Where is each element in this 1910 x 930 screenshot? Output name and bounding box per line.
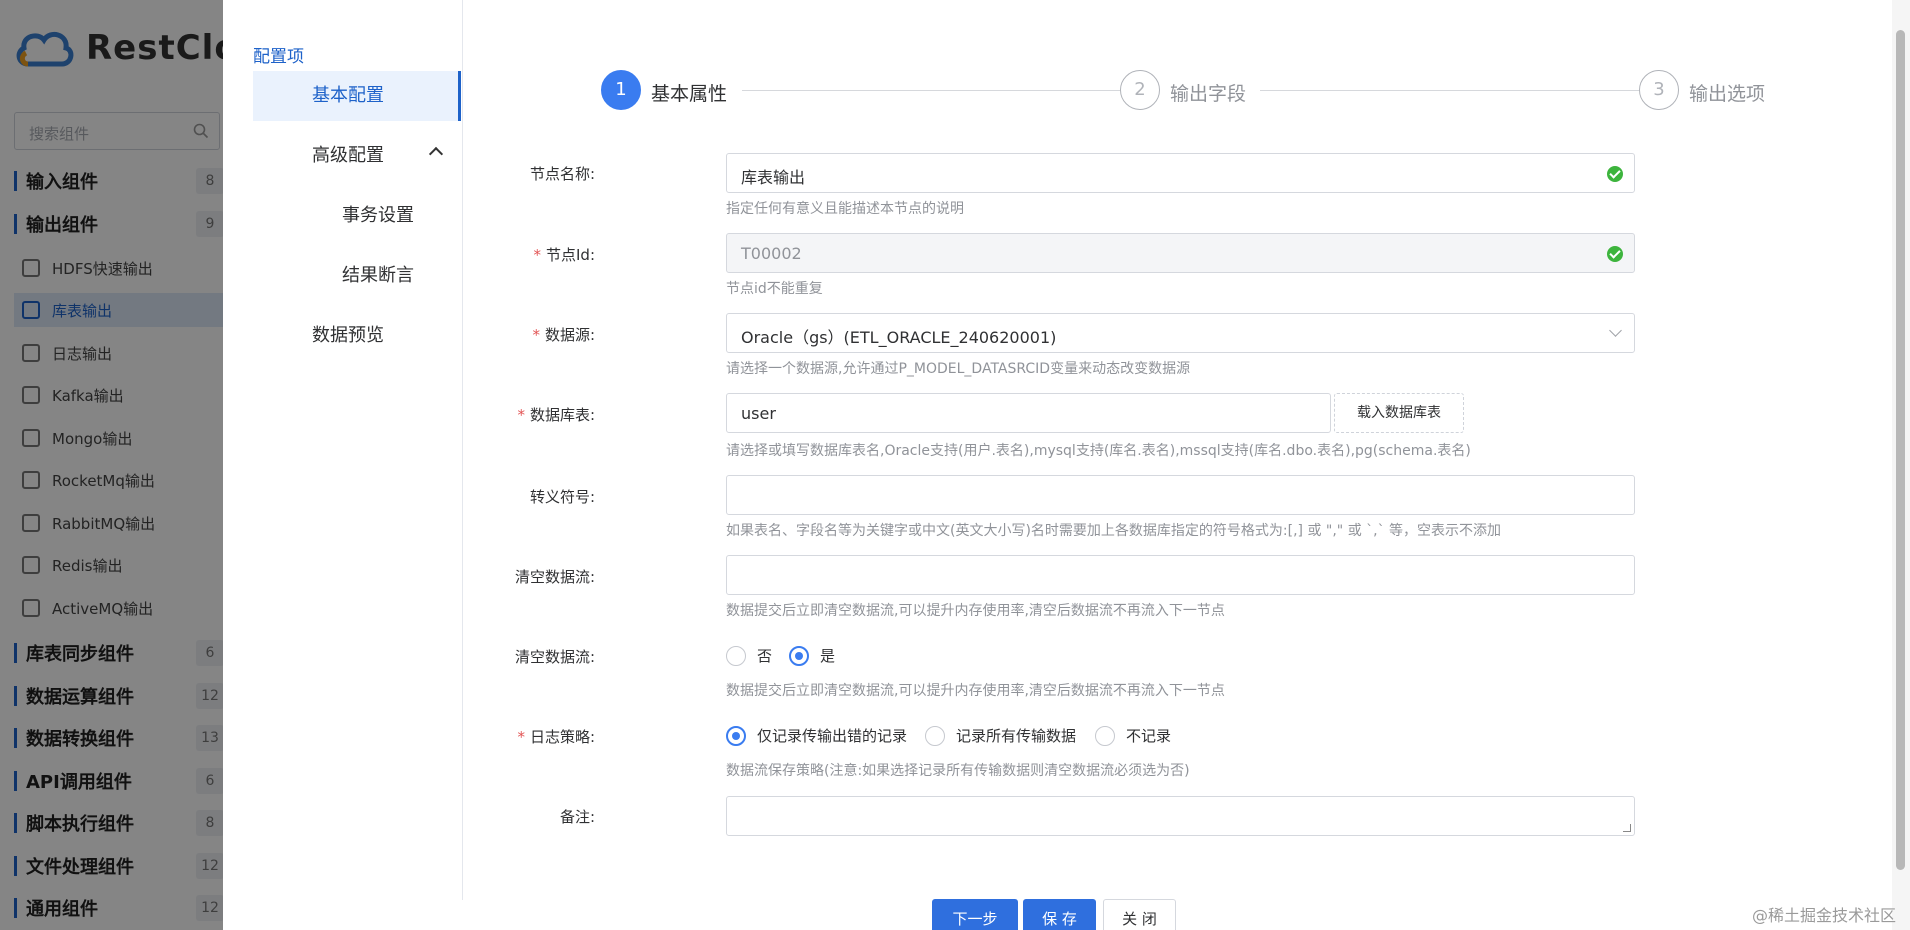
nav-item-transaction[interactable]: 事务设置	[253, 191, 461, 241]
node-name-input[interactable]: 库表输出	[726, 153, 1635, 193]
clear-flow-input[interactable]	[726, 555, 1635, 595]
db-table-label: * 数据库表:	[517, 406, 595, 424]
step-connector	[1260, 90, 1640, 91]
step-2-circle: 2	[1120, 70, 1160, 110]
config-side-nav: 配置项 基本配置 高级配置 事务设置 结果断言 数据预览	[223, 0, 463, 900]
scrollbar[interactable]	[1892, 0, 1910, 930]
clear-flow-radio-no[interactable]: 否	[726, 645, 772, 666]
watermark: @稀土掘金技术社区	[1751, 906, 1896, 925]
clear-flow-input-help: 数据提交后立即清空数据流,可以提升内存使用率,清空后数据流不再流入下一节点	[726, 603, 1225, 619]
required-asterisk: *	[517, 406, 525, 424]
config-drawer: 配置项 基本配置 高级配置 事务设置 结果断言 数据预览 1 基本属性 2 输出…	[223, 0, 1910, 930]
required-asterisk: *	[532, 326, 540, 344]
step-2-label: 输出字段	[1170, 83, 1247, 105]
nav-item-basic-config[interactable]: 基本配置	[253, 71, 461, 121]
nav-item-label: 高级配置	[312, 145, 384, 166]
chevron-down-icon	[1609, 324, 1622, 337]
radio-label: 记录所有传输数据	[956, 727, 1077, 745]
load-db-table-button[interactable]: 载入数据库表	[1334, 393, 1464, 433]
db-table-value: user	[741, 404, 776, 423]
radio-dot	[925, 725, 945, 746]
log-policy-radio-none[interactable]: 不记录	[1095, 725, 1171, 746]
datasource-value: Oracle（gs）(ETL_ORACLE_240620001)	[741, 328, 1057, 347]
step-3-circle: 3	[1639, 70, 1679, 110]
nav-item-assertion[interactable]: 结果断言	[253, 251, 461, 301]
log-policy-label: * 日志策略:	[517, 728, 595, 746]
log-policy-help: 数据流保存策略(注意:如果选择记录所有传输数据则清空数据流必须选为否)	[726, 763, 1190, 779]
side-nav-title: 配置项	[253, 47, 304, 67]
clear-flow-input-label: 清空数据流:	[514, 568, 595, 586]
escape-help: 如果表名、字段名等为关键字或中文(英文大小写)名时需要加上各数据库指定的符号格式…	[726, 523, 1502, 539]
scrollbar-thumb[interactable]	[1896, 30, 1905, 870]
datasource-label: * 数据源:	[532, 326, 595, 344]
step-1-label: 基本属性	[651, 83, 728, 105]
resize-grip-icon[interactable]	[1623, 824, 1631, 832]
clear-flow-radio-label: 清空数据流:	[514, 648, 595, 666]
clear-flow-radio-yes[interactable]: 是	[789, 645, 835, 666]
node-name-label: 节点名称:	[529, 165, 595, 183]
radio-dot	[789, 645, 809, 666]
valid-check-icon	[1607, 246, 1623, 262]
radio-label: 仅记录传输出错的记录	[757, 727, 908, 745]
remark-textarea[interactable]	[726, 796, 1635, 836]
datasource-help: 请选择一个数据源,允许通过P_MODEL_DATASRCID变量来动态改变数据源	[726, 361, 1191, 377]
node-id-value: T00002	[741, 244, 802, 263]
clear-flow-radio-help: 数据提交后立即清空数据流,可以提升内存使用率,清空后数据流不再流入下一节点	[726, 683, 1225, 699]
node-name-help: 指定任何有意义且能描述本节点的说明	[726, 201, 964, 217]
db-table-input[interactable]: user	[726, 393, 1331, 433]
next-step-button[interactable]: 下一步	[932, 899, 1018, 930]
nav-item-data-preview[interactable]: 数据预览	[253, 311, 461, 361]
node-id-input[interactable]: T00002	[726, 233, 1635, 273]
valid-check-icon	[1607, 166, 1623, 182]
log-policy-radio-errors-only[interactable]: 仅记录传输出错的记录	[726, 725, 907, 746]
radio-label: 否	[757, 647, 773, 665]
node-name-value: 库表输出	[741, 168, 806, 187]
step-1-circle: 1	[601, 70, 641, 110]
log-policy-radio-all[interactable]: 记录所有传输数据	[925, 725, 1076, 746]
escape-label: 转义符号:	[529, 488, 595, 506]
step-connector	[742, 90, 1122, 91]
remark-label: 备注:	[559, 808, 595, 826]
radio-dot	[726, 725, 746, 746]
close-button[interactable]: 关 闭	[1103, 899, 1176, 930]
nav-item-advanced-config[interactable]: 高级配置	[253, 131, 461, 181]
save-button[interactable]: 保 存	[1023, 899, 1096, 930]
radio-dot	[726, 645, 746, 666]
db-table-help: 请选择或填写数据库表名,Oracle支持(用户.表名),mysql支持(库名.表…	[726, 443, 1471, 459]
radio-label: 不记录	[1126, 727, 1172, 745]
chevron-up-icon	[428, 146, 444, 162]
required-asterisk: *	[533, 246, 542, 264]
escape-input[interactable]	[726, 475, 1635, 515]
radio-dot	[1095, 725, 1115, 746]
node-id-help: 节点id不能重复	[726, 281, 823, 297]
node-id-label: * 节点Id:	[533, 246, 596, 264]
required-asterisk: *	[517, 728, 525, 746]
radio-label: 是	[820, 647, 836, 665]
datasource-select[interactable]: Oracle（gs）(ETL_ORACLE_240620001)	[726, 313, 1635, 353]
step-3-label: 输出选项	[1689, 83, 1766, 105]
